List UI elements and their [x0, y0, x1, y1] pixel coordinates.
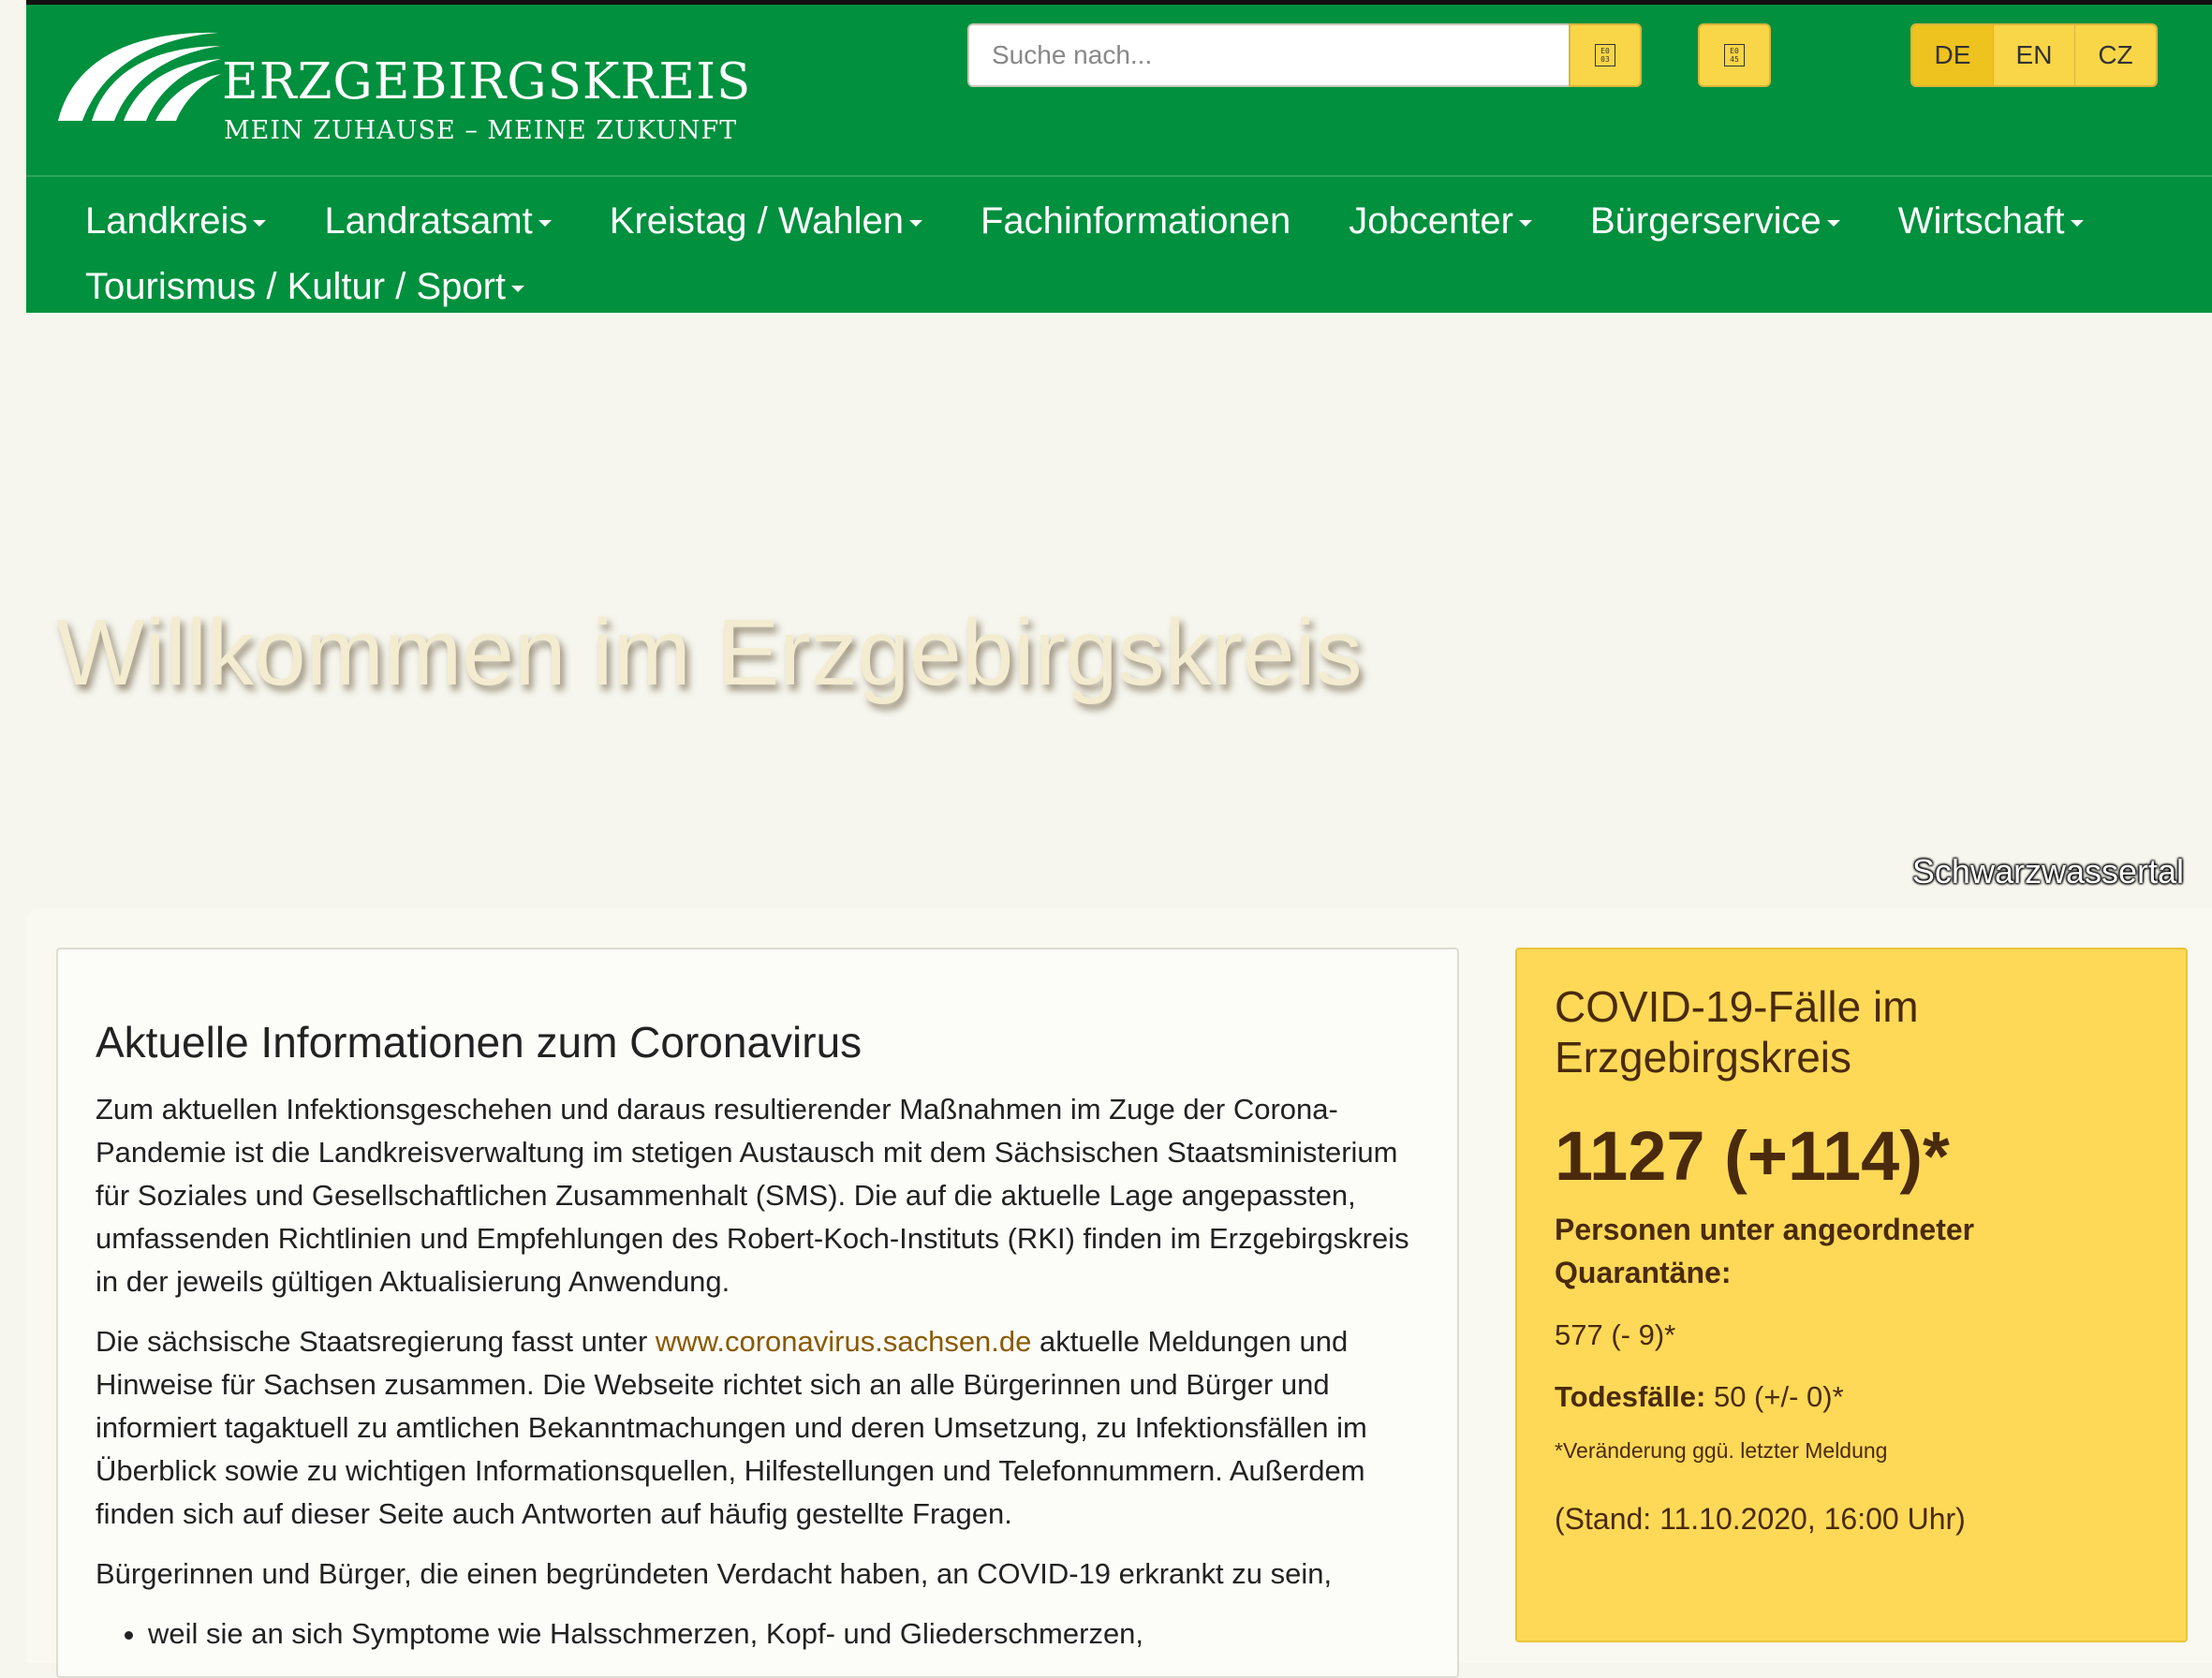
search-input[interactable] — [969, 25, 1569, 85]
site-logo[interactable]: ERZGEBIRGSKREIS MEIN ZUHAUSE – MEINE ZUK… — [54, 23, 750, 155]
nav-item-jobcenter[interactable]: Jobcenter — [1349, 200, 1532, 243]
lang-de-button[interactable]: DE — [1912, 25, 1993, 85]
covid-stats-box: COVID-19-Fälle im Erzgebirgskreis 1127 (… — [1515, 948, 2188, 1642]
caret-down-icon — [538, 219, 552, 227]
nav-item-kreistag-wahlen[interactable]: Kreistag / Wahlen — [610, 200, 922, 243]
search-icon-glyph: E0 03 — [1600, 47, 1610, 64]
nav-item-label: Landratsamt — [324, 199, 533, 242]
lang-cz-button[interactable]: CZ — [2074, 25, 2156, 85]
nav-item-label: Tourismus / Kultur / Sport — [85, 265, 507, 307]
stand-timestamp: (Stand: 11.10.2020, 16:00 Uhr) — [1555, 1502, 1966, 1536]
nav-item-buergerservice[interactable]: Bürgerservice — [1590, 200, 1840, 243]
nav-item-landkreis[interactable]: Landkreis — [85, 199, 267, 243]
nav-item-fachinformationen[interactable]: Fachinformationen — [981, 200, 1290, 243]
logo-arcs-icon — [58, 32, 221, 121]
article-paragraph: Zum aktuellen Infektionsgeschehen und da… — [96, 1093, 1409, 1298]
caret-down-icon — [1826, 219, 1840, 227]
nav-divider — [26, 175, 2212, 177]
change-note: *Veränderung ggü. letzter Meldung — [1555, 1438, 1888, 1463]
deaths-line: Todesfälle: 50 (+/- 0)* — [1555, 1380, 1844, 1414]
corona-info-article: Aktuelle Informationen zum Coronavirus Z… — [56, 948, 1459, 1678]
nav-item-label: Jobcenter — [1349, 199, 1513, 242]
article-paragraph: Bürgerinnen und Bürger, die einen begrün… — [96, 1557, 1333, 1590]
deaths-value: 50 (+/- 0)* — [1705, 1380, 1844, 1413]
nav-row: Tourismus / Kultur / Sport — [85, 254, 2146, 319]
language-switcher: DE EN CZ — [1910, 23, 2158, 87]
covid-case-count: 1127 (+114)* — [1555, 1117, 1950, 1195]
article-heading: Aktuelle Informationen zum Coronavirus — [96, 1018, 863, 1067]
quarantine-label: Personen unter angeordneter Quarantäne: — [1555, 1213, 1975, 1289]
caret-down-icon — [511, 285, 525, 292]
coronavirus-sachsen-link[interactable]: www.coronavirus.sachsen.de — [656, 1325, 1031, 1358]
article-paragraph: Die sächsische Staatsregierung fasst unt… — [96, 1320, 1425, 1536]
caret-down-icon — [253, 219, 267, 227]
search-icon: E0 03 — [1595, 44, 1615, 66]
list-item: weil sie an sich Symptome wie Halsschmer… — [148, 1612, 1425, 1656]
hero-title: Willkommen im Erzgebirgskreis — [56, 600, 1363, 705]
symptom-list: weil sie an sich Symptome wie Halsschmer… — [96, 1612, 1425, 1656]
hero-caption: Schwarzwassertal — [1911, 852, 2184, 891]
nav-item-label: Bürgerservice — [1589, 199, 1821, 242]
caret-down-icon — [1518, 219, 1532, 227]
accessibility-icon: E0 45 — [1724, 44, 1745, 66]
lang-en-button[interactable]: EN — [1993, 25, 2074, 85]
search-button[interactable]: E0 03 — [1569, 23, 1642, 87]
accessibility-button[interactable]: E0 45 — [1698, 23, 1771, 87]
search-box: E0 03 — [967, 23, 1642, 87]
deaths-label: Todesfälle: — [1555, 1380, 1706, 1413]
nav-item-label: Landkreis — [85, 199, 248, 242]
covid-box-title: COVID-19-Fälle im Erzgebirgskreis — [1555, 982, 1919, 1082]
main-nav: Landkreis Landratsamt Kreistag / Wahlen … — [85, 188, 2146, 319]
nav-item-label: Wirtschaft — [1897, 199, 2065, 242]
nav-item-wirtschaft[interactable]: Wirtschaft — [1898, 200, 2084, 243]
paragraph-text: Die sächsische Staatsregierung fasst unt… — [96, 1325, 656, 1358]
accessibility-icon-glyph: E0 45 — [1730, 47, 1739, 64]
nav-item-label: Fachinformationen — [981, 199, 1291, 242]
logo-title: ERZGEBIRGSKREIS — [222, 53, 752, 110]
nav-row: Landkreis Landratsamt Kreistag / Wahlen … — [85, 188, 2146, 254]
logo-subtitle: MEIN ZUHAUSE – MEINE ZUKUNFT — [224, 116, 738, 145]
quarantine-value: 577 (- 9)* — [1555, 1318, 1676, 1351]
nav-item-landratsamt[interactable]: Landratsamt — [324, 199, 552, 243]
nav-item-tourismus-kultur-sport[interactable]: Tourismus / Kultur / Sport — [85, 265, 525, 308]
nav-item-label: Kreistag / Wahlen — [609, 199, 904, 242]
article-body: Zum aktuellen Infektionsgeschehen und da… — [96, 1088, 1425, 1656]
caret-down-icon — [909, 219, 922, 227]
site-header: ERZGEBIRGSKREIS MEIN ZUHAUSE – MEINE ZUK… — [26, 0, 2212, 313]
caret-down-icon — [2070, 219, 2084, 227]
